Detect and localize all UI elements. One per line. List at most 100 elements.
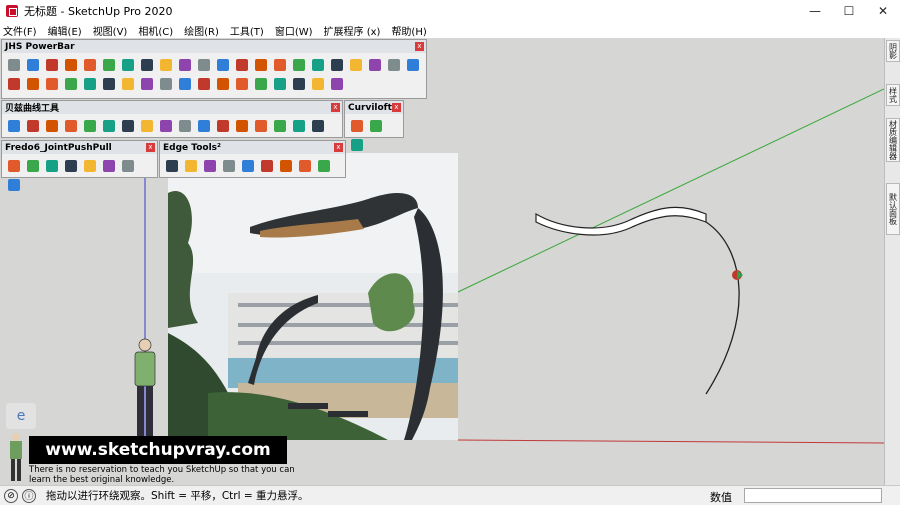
edge-tools-tool-button[interactable] <box>163 157 180 174</box>
jhs-tool-button[interactable] <box>252 56 269 73</box>
geo-location-icon[interactable]: ⊘ <box>4 488 18 503</box>
jhs-tool-button[interactable] <box>195 56 212 73</box>
toolbar-close-button[interactable]: x <box>331 103 340 112</box>
bezier-curve-tool-button[interactable] <box>233 117 250 134</box>
jhs-tool-button[interactable] <box>309 56 326 73</box>
jhs-tool-button[interactable] <box>157 75 174 92</box>
bezier-curve-tool-button[interactable] <box>81 117 98 134</box>
tray-tab-default[interactable]: 默认面板 <box>886 183 900 235</box>
edge-tools-tool-button[interactable] <box>182 157 199 174</box>
bezier-curve-tool-button[interactable] <box>195 117 212 134</box>
joint-push-pull-tool-button[interactable] <box>24 157 41 174</box>
joint-push-pull-tool-button[interactable] <box>43 157 60 174</box>
jhs-tool-button[interactable] <box>43 56 60 73</box>
jhs-tool-button[interactable] <box>100 56 117 73</box>
bezier-curve-tool-button[interactable] <box>119 117 136 134</box>
bezier-curve-tool-button[interactable] <box>5 117 22 134</box>
tray-tab-styles[interactable]: 样式 <box>886 84 900 106</box>
jhs-tool-button[interactable] <box>290 56 307 73</box>
menu-extensions[interactable]: 扩展程序 (x) <box>324 23 381 38</box>
bezier-curve-tool-button[interactable] <box>62 117 79 134</box>
bezier-curve-tool-button[interactable] <box>176 117 193 134</box>
joint-push-pull-tool-button[interactable] <box>5 157 22 174</box>
toolbar-close-button[interactable]: x <box>146 143 155 152</box>
jhs-tool-button[interactable] <box>366 56 383 73</box>
jhs-tool-button[interactable] <box>176 56 193 73</box>
curviloft-tool-button[interactable] <box>348 117 365 134</box>
jhs-tool-button[interactable] <box>328 56 345 73</box>
joint-push-pull-tool-button[interactable] <box>81 157 98 174</box>
jhs-tool-button[interactable] <box>62 75 79 92</box>
jhs-tool-button[interactable] <box>328 75 345 92</box>
menu-view[interactable]: 视图(V) <box>93 23 128 38</box>
jhs-tool-button[interactable] <box>347 56 364 73</box>
edge-tools-tool-button[interactable] <box>220 157 237 174</box>
measurements-input[interactable] <box>744 488 882 503</box>
bezier-curve-tool-button[interactable] <box>100 117 117 134</box>
maximize-button[interactable]: ☐ <box>832 0 866 22</box>
toolbar-close-button[interactable]: x <box>334 143 343 152</box>
jhs-tool-button[interactable] <box>5 56 22 73</box>
jhs-tool-button[interactable] <box>233 75 250 92</box>
jhs-tool-button[interactable] <box>43 75 60 92</box>
jhs-tool-button[interactable] <box>138 56 155 73</box>
menu-file[interactable]: 文件(F) <box>3 23 37 38</box>
bezier-curve-tool-button[interactable] <box>157 117 174 134</box>
jhs-tool-button[interactable] <box>157 56 174 73</box>
bezier-curve-tool-button[interactable] <box>138 117 155 134</box>
bezier-curve-tool-button[interactable] <box>214 117 231 134</box>
bezier-curve-tool-button[interactable] <box>24 117 41 134</box>
edge-tools-tool-button[interactable] <box>315 157 332 174</box>
jhs-tool-button[interactable] <box>252 75 269 92</box>
joint-push-pull-tool-button[interactable] <box>100 157 117 174</box>
joint-push-pull-tool-button[interactable] <box>62 157 79 174</box>
info-icon[interactable]: ⓘ <box>22 488 36 503</box>
bezier-curve-tool-button[interactable] <box>43 117 60 134</box>
tray-tab-materials[interactable]: 材质编辑器 <box>886 118 900 162</box>
jhs-tool-button[interactable] <box>119 75 136 92</box>
minimize-button[interactable]: — <box>798 0 832 22</box>
drawing-canvas[interactable]: JHS PowerBar x 贝兹曲线工具 x Curviloft x Fred… <box>0 38 884 485</box>
bezier-curve-tool-button[interactable] <box>309 117 326 134</box>
edge-tools-tool-button[interactable] <box>239 157 256 174</box>
jhs-tool-button[interactable] <box>385 56 402 73</box>
edge-tools-tool-button[interactable] <box>296 157 313 174</box>
jhs-tool-button[interactable] <box>233 56 250 73</box>
jhs-tool-button[interactable] <box>271 56 288 73</box>
jhs-tool-button[interactable] <box>404 56 421 73</box>
bezier-curve-tool-button[interactable] <box>290 117 307 134</box>
menu-camera[interactable]: 相机(C) <box>138 23 173 38</box>
tray-tab-shadows[interactable]: 阴影 <box>886 40 900 62</box>
jhs-tool-button[interactable] <box>81 56 98 73</box>
jhs-tool-button[interactable] <box>24 56 41 73</box>
bezier-curve-tool-button[interactable] <box>271 117 288 134</box>
joint-push-pull-tool-button[interactable] <box>119 157 136 174</box>
jhs-tool-button[interactable] <box>62 56 79 73</box>
toolbar-close-button[interactable]: x <box>392 103 401 112</box>
curviloft-tool-button[interactable] <box>348 136 365 153</box>
jhs-tool-button[interactable] <box>176 75 193 92</box>
jhs-tool-button[interactable] <box>100 75 117 92</box>
close-button[interactable]: ✕ <box>866 0 900 22</box>
jhs-tool-button[interactable] <box>290 75 307 92</box>
menu-tools[interactable]: 工具(T) <box>230 23 264 38</box>
edge-tools-tool-button[interactable] <box>201 157 218 174</box>
menu-window[interactable]: 窗口(W) <box>275 23 313 38</box>
jhs-tool-button[interactable] <box>81 75 98 92</box>
jhs-tool-button[interactable] <box>119 56 136 73</box>
reference-image[interactable] <box>168 153 458 440</box>
joint-push-pull-tool-button[interactable] <box>5 176 22 193</box>
menu-help[interactable]: 帮助(H) <box>391 23 426 38</box>
jhs-tool-button[interactable] <box>214 75 231 92</box>
edge-tools-tool-button[interactable] <box>277 157 294 174</box>
jhs-tool-button[interactable] <box>271 75 288 92</box>
jhs-tool-button[interactable] <box>5 75 22 92</box>
bezier-curve-tool-button[interactable] <box>252 117 269 134</box>
jhs-tool-button[interactable] <box>214 56 231 73</box>
menu-edit[interactable]: 编辑(E) <box>48 23 82 38</box>
toolbar-close-button[interactable]: x <box>415 42 424 51</box>
jhs-tool-button[interactable] <box>138 75 155 92</box>
jhs-tool-button[interactable] <box>195 75 212 92</box>
jhs-tool-button[interactable] <box>24 75 41 92</box>
curviloft-tool-button[interactable] <box>367 117 384 134</box>
